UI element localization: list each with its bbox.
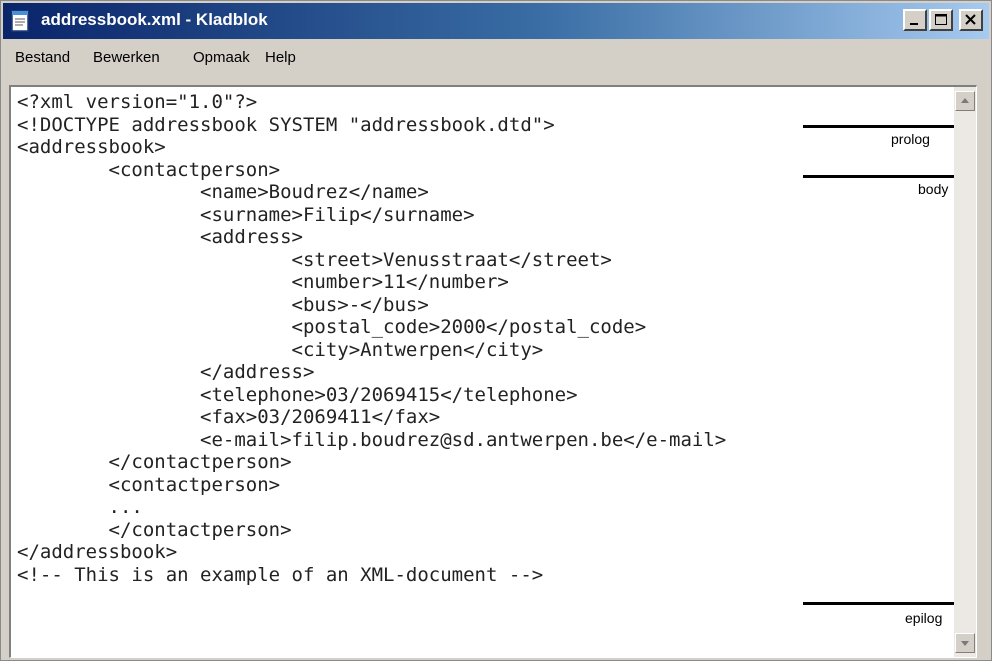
- epilog-divider: [803, 602, 961, 605]
- code-line: <number>11</number>: [17, 271, 509, 293]
- prolog-divider: [803, 125, 961, 128]
- code-line: <postal_code>2000</postal_code>: [17, 316, 647, 338]
- code-line: <surname>Filip</surname>: [17, 203, 475, 226]
- arrow-up-icon: [961, 98, 969, 103]
- text-editor-area[interactable]: <?xml version="1.0"?> <!DOCTYPE addressbo…: [9, 85, 977, 658]
- minimize-button[interactable]: [903, 9, 927, 31]
- minimize-icon: [910, 23, 918, 25]
- code-line: </contactperson>: [17, 518, 292, 541]
- vertical-scrollbar[interactable]: [954, 87, 976, 657]
- code-line: <e-mail>filip.boudrez@sd.antwerpen.be</e…: [17, 428, 727, 451]
- code-line: <contactperson>: [17, 473, 281, 496]
- code-line: </address>: [17, 361, 315, 383]
- body-label: body: [918, 181, 949, 197]
- arrow-down-icon: [961, 641, 969, 646]
- window-title: addressbook.xml - Kladblok: [41, 10, 268, 29]
- menu-bar: Bestand Bewerken Opmaak Help: [3, 43, 989, 75]
- maximize-icon: [935, 14, 947, 25]
- menu-bestand[interactable]: Bestand: [15, 49, 70, 66]
- code-line: <bus>-</bus>: [17, 293, 429, 316]
- close-icon: [965, 14, 976, 25]
- code-line: <?xml version="1.0"?>: [17, 91, 258, 113]
- epilog-label: epilog: [905, 610, 943, 626]
- menu-opmaak[interactable]: Opmaak: [193, 49, 250, 66]
- code-line: </addressbook>: [17, 541, 178, 563]
- code-line: </contactperson>: [17, 451, 292, 473]
- scroll-up-button[interactable]: [955, 91, 975, 111]
- scroll-down-button[interactable]: [955, 633, 975, 653]
- notepad-window: addressbook.xml - Kladblok Bestand Bewer…: [0, 0, 992, 661]
- menu-bewerken[interactable]: Bewerken: [93, 49, 160, 66]
- notepad-app-icon[interactable]: [9, 9, 33, 33]
- close-button[interactable]: [959, 9, 983, 31]
- code-line: <addressbook>: [17, 136, 166, 158]
- code-line: <name>Boudrez</name>: [17, 181, 429, 203]
- title-bar[interactable]: addressbook.xml - Kladblok: [3, 3, 989, 39]
- body-divider: [803, 175, 961, 178]
- code-line: <fax>03/2069411</fax>: [17, 406, 441, 428]
- code-line: <telephone>03/2069415</telephone>: [17, 383, 578, 406]
- code-line: <!-- This is an example of an XML-docume…: [17, 563, 544, 586]
- maximize-button[interactable]: [929, 9, 953, 31]
- code-line: <city>Antwerpen</city>: [17, 338, 544, 361]
- code-line: <street>Venusstraat</street>: [17, 248, 612, 271]
- menu-help[interactable]: Help: [265, 49, 296, 66]
- code-line: <address>: [17, 226, 303, 248]
- prolog-label: prolog: [891, 131, 930, 147]
- code-line: ...: [17, 496, 143, 518]
